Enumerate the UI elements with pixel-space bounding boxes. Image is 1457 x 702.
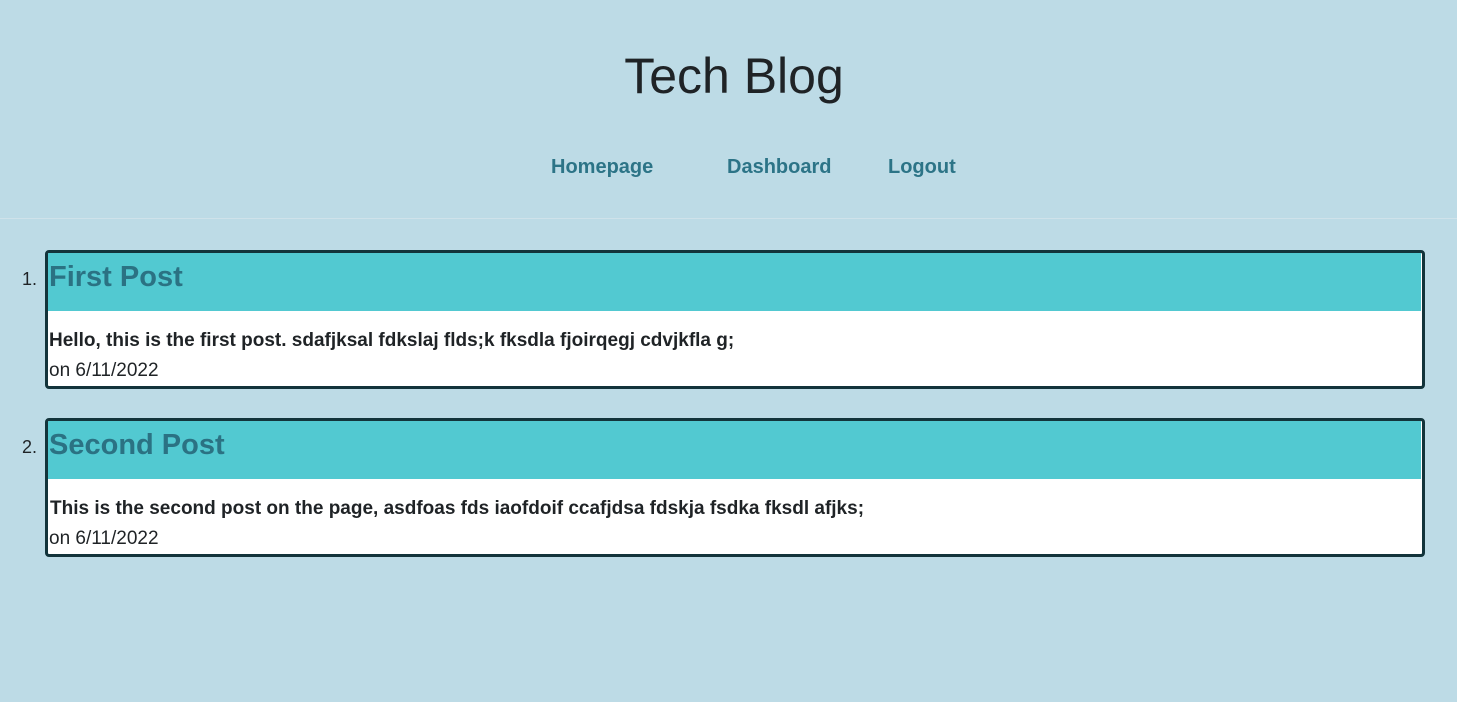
post-header: First Post xyxy=(48,253,1421,311)
post-card[interactable]: Second Post This is the second post on t… xyxy=(45,418,1425,557)
post-content: Hello, this is the first post. sdafjksal… xyxy=(49,330,735,351)
post-list-item: 1. First Post Hello, this is the first p… xyxy=(0,250,1457,390)
post-number: 2. xyxy=(22,437,38,457)
post-date: on 6/11/2022 xyxy=(49,528,159,549)
post-content: This is the second post on the page, asd… xyxy=(50,498,865,519)
post-list-item: 2. Second Post This is the second post o… xyxy=(0,418,1457,558)
main-nav: Homepage Dashboard Logout xyxy=(0,154,1457,180)
post-number: 1. xyxy=(22,269,38,289)
site-header: Tech Blog Homepage Dashboard Logout xyxy=(0,0,1457,219)
nav-link-dashboard[interactable]: Dashboard xyxy=(727,154,831,180)
nav-link-homepage[interactable]: Homepage xyxy=(551,154,653,180)
post-title[interactable]: Second Post xyxy=(49,429,225,461)
post-date: on 6/11/2022 xyxy=(49,360,159,381)
post-card[interactable]: First Post Hello, this is the first post… xyxy=(45,250,1425,389)
post-title[interactable]: First Post xyxy=(49,261,183,293)
nav-link-logout[interactable]: Logout xyxy=(888,154,956,180)
site-title: Tech Blog xyxy=(624,48,844,104)
post-header: Second Post xyxy=(48,421,1421,479)
